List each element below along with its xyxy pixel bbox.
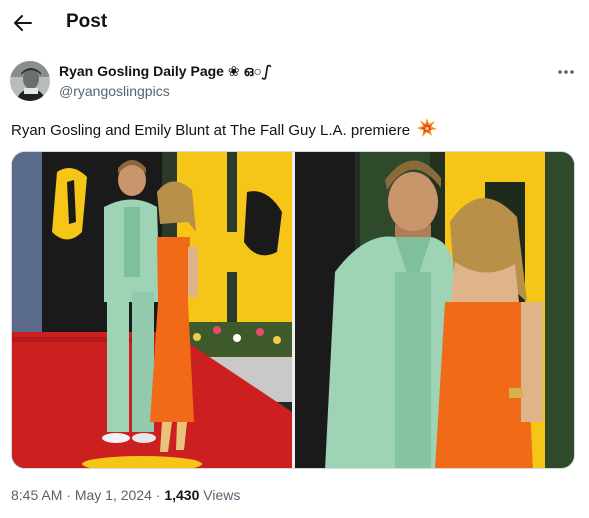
meta-separator: · — [62, 487, 75, 503]
post-text-content: Ryan Gosling and Emily Blunt at The Fall… — [11, 122, 411, 139]
collision-icon — [417, 118, 438, 142]
back-arrow-icon — [14, 15, 32, 31]
photo-1[interactable] — [12, 152, 292, 468]
post-time[interactable]: 8:45 AM — [11, 487, 62, 503]
author-handle[interactable]: @ryangoslingpics — [59, 83, 170, 99]
photo-2[interactable] — [295, 152, 574, 468]
post-meta: 8:45 AM · May 1, 2024 · 1,430 Views — [11, 487, 240, 503]
post-text: Ryan Gosling and Emily Blunt at The Fall… — [11, 118, 438, 142]
page-title: Post — [66, 11, 108, 32]
avatar-image — [10, 61, 50, 101]
author-name[interactable]: Ryan Gosling Daily Page ❀ ഒ○ഽ — [59, 63, 271, 80]
premiere-photo-closeup — [295, 152, 574, 468]
views-label: Views — [199, 487, 241, 503]
meta-separator-2: · — [151, 487, 165, 503]
back-button[interactable] — [8, 8, 38, 38]
more-icon — [558, 70, 574, 74]
views-count: 1,430 — [164, 487, 200, 503]
media-grid — [11, 151, 575, 469]
more-options-button[interactable] — [552, 62, 580, 82]
top-bar: Post — [0, 0, 589, 46]
post-date[interactable]: May 1, 2024 — [75, 487, 152, 503]
premiere-photo-wide — [12, 152, 292, 468]
avatar[interactable] — [10, 61, 50, 101]
